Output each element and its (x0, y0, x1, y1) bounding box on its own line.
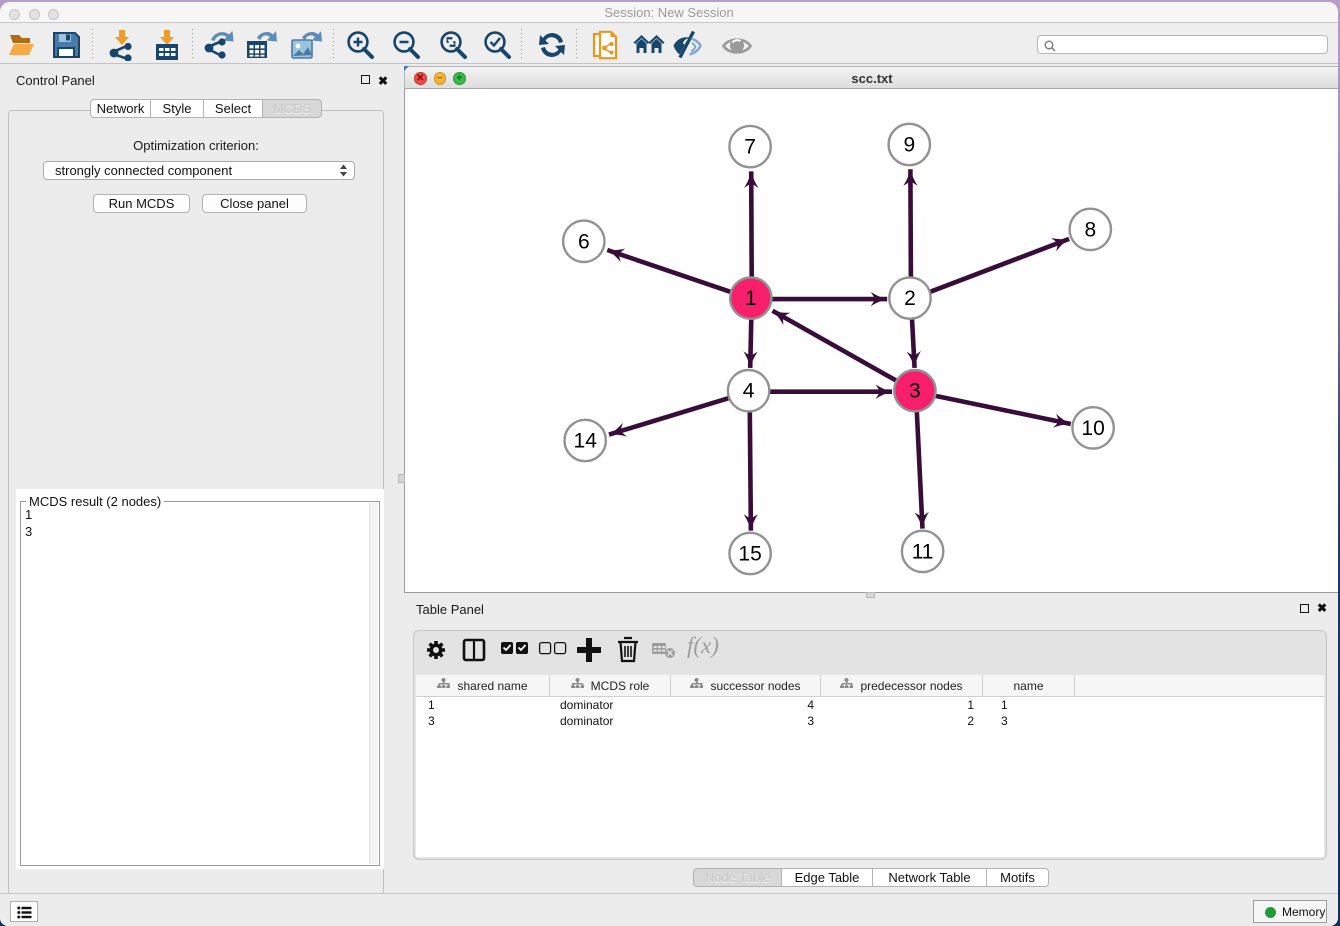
svg-text:14: 14 (574, 430, 598, 453)
svg-text:10: 10 (1081, 417, 1104, 440)
svg-text:6: 6 (578, 230, 590, 253)
svg-text:9: 9 (903, 134, 915, 157)
svg-text:8: 8 (1084, 218, 1096, 241)
svg-text:7: 7 (744, 136, 756, 159)
svg-text:1: 1 (745, 287, 757, 310)
svg-text:15: 15 (738, 543, 761, 566)
svg-text:2: 2 (904, 287, 916, 310)
svg-text:4: 4 (743, 380, 755, 403)
svg-text:3: 3 (909, 380, 921, 403)
svg-text:11: 11 (912, 540, 934, 563)
